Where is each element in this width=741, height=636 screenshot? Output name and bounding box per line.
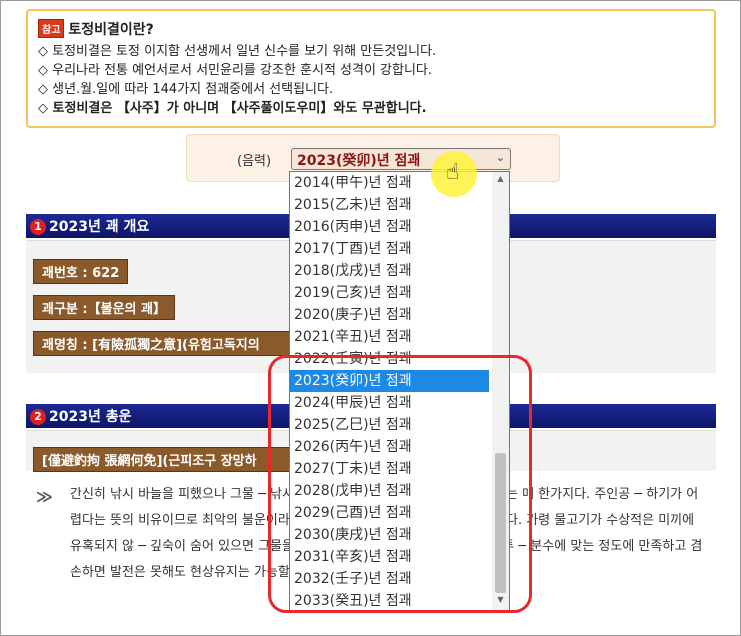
year-option[interactable]: 2015(乙未)년 점괘: [290, 194, 489, 216]
notice-title-text: 토정비결이란?: [68, 22, 154, 38]
year-option[interactable]: 2019(己亥)년 점괘: [290, 282, 489, 304]
notice-badge: 참고: [38, 19, 65, 38]
notice-line: ◇ 토정비결은 토정 이지함 선생께서 일년 신수를 보기 위해 만든것입니다.: [38, 44, 437, 59]
notice-line: ◇ 우리나라 전통 예언서로서 서민윤리를 강조한 훈시적 성격이 강합니다.: [38, 63, 433, 78]
year-option[interactable]: 2020(庚子)년 점괘: [290, 304, 489, 326]
highlight-annotation: [268, 355, 532, 613]
info-notice-box: 참고 토정비결이란? ◇ 토정비결은 토정 이지함 선생께서 일년 신수를 보기 …: [26, 9, 716, 128]
double-arrow-icon: ≫: [36, 487, 53, 506]
year-select[interactable]: 2023(癸卯)년 점괘 ⌄: [291, 148, 511, 170]
hexagram-number-tag: 괘번호 : 622: [33, 259, 129, 284]
hexagram-name-tag: 괘명칭 : [有險孤獨之意](유험고독지의: [33, 331, 301, 356]
year-option[interactable]: 2016(丙申)년 점괘: [290, 216, 489, 238]
year-select-value: 2023(癸卯)년 점괘: [297, 153, 421, 169]
lunar-label: (음력): [237, 154, 272, 169]
notice-line: ◇ 토정비결은 【사주】가 아니며 【사주풀이도우미】와도 무관합니다.: [38, 101, 427, 116]
notice-line: ◇ 생년.월.일에 따라 144가지 점괘중에서 선택됩니다.: [38, 82, 334, 97]
chevron-down-icon: ⌄: [495, 151, 505, 164]
section-title: 2023년 총운: [49, 409, 132, 425]
year-option[interactable]: 2021(辛丑)년 점괘: [290, 326, 489, 348]
notice-title: 참고 토정비결이란?: [38, 19, 704, 39]
scroll-up-icon[interactable]: ▲: [492, 174, 509, 188]
section-number: 1: [30, 219, 46, 235]
fortune-verse-tag: [僅避釣拘 張網何免](근피조구 장망하: [33, 447, 291, 472]
section-number: 2: [30, 409, 46, 425]
hand-pointer-icon: ☝: [446, 160, 460, 185]
year-option[interactable]: 2018(戊戌)년 점괘: [290, 260, 489, 282]
year-option[interactable]: 2017(丁酉)년 점괘: [290, 238, 489, 260]
hexagram-category-tag: 괘구분 :【불운의 괘】: [33, 295, 175, 320]
section-title: 2023년 괘 개요: [49, 219, 150, 235]
